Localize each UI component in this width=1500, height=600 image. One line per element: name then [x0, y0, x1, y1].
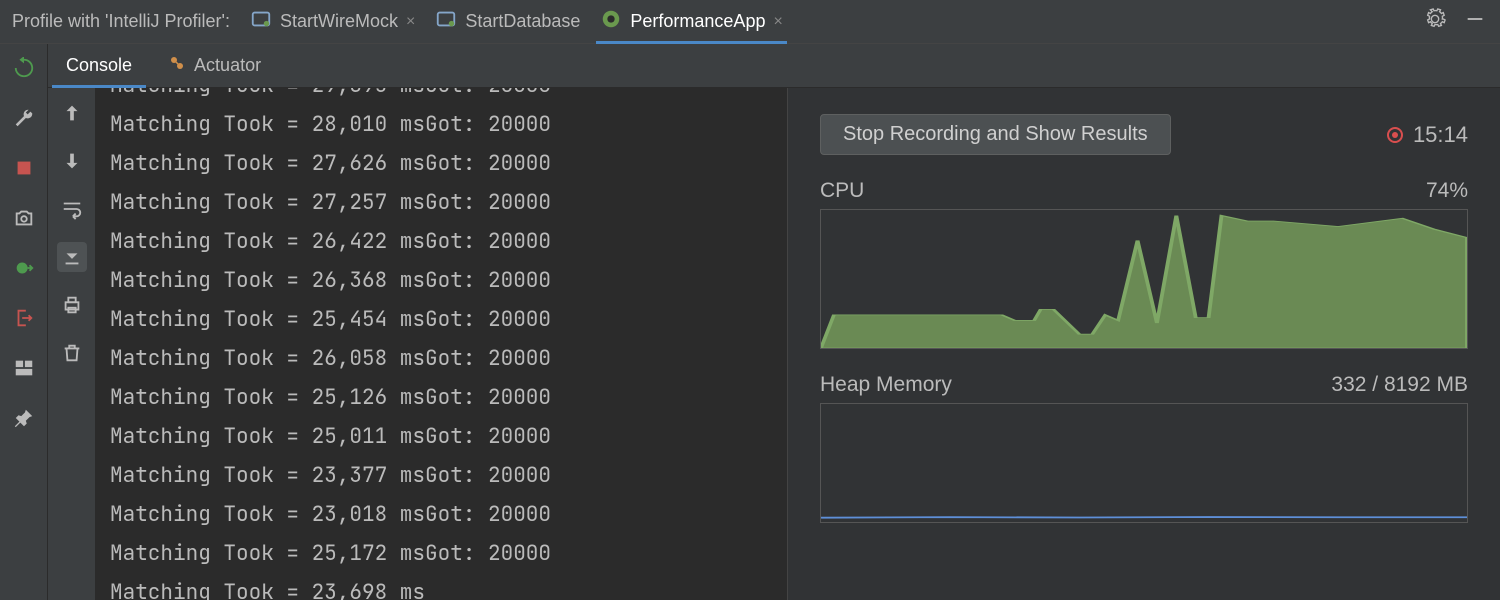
record-icon [1387, 127, 1403, 143]
heap-value: 332 / 8192 MB [1331, 373, 1468, 397]
console-line: Matching Took = 25,172 msGot: 20000 [110, 534, 787, 573]
pin-icon[interactable] [10, 404, 38, 432]
heap-chart [820, 403, 1468, 523]
console-line: Matching Took = 25,126 msGot: 20000 [110, 378, 787, 417]
cpu-label: CPU [820, 179, 864, 203]
run-config-tab-startwiremock[interactable]: StartWireMock × [240, 0, 425, 44]
soft-wrap-icon[interactable] [57, 194, 87, 224]
console-toolbar [48, 88, 96, 600]
run-config-tab-startdatabase[interactable]: StartDatabase [425, 0, 590, 44]
print-icon[interactable] [57, 290, 87, 320]
main-content: Matching Took = 29,895 msGot: 20000Match… [48, 88, 1500, 600]
console-line: Matching Took = 26,422 msGot: 20000 [110, 222, 787, 261]
rerun-button[interactable] [10, 54, 38, 82]
console-subtabs: Console Actuator [48, 44, 1500, 88]
close-icon[interactable]: × [406, 13, 415, 31]
console-line: Matching Took = 27,626 msGot: 20000 [110, 144, 787, 183]
profiler-run-tabs: Profile with 'IntelliJ Profiler': StartW… [0, 0, 1500, 44]
console-line: Matching Took = 23,018 msGot: 20000 [110, 495, 787, 534]
arrow-up-icon[interactable] [57, 98, 87, 128]
spring-boot-icon [250, 8, 272, 35]
stop-button[interactable] [10, 154, 38, 182]
console-line: Matching Took = 27,257 msGot: 20000 [110, 183, 787, 222]
camera-icon[interactable] [10, 204, 38, 232]
trash-icon[interactable] [57, 338, 87, 368]
cpu-chart [820, 209, 1468, 349]
console-pane: Matching Took = 29,895 msGot: 20000Match… [48, 88, 788, 600]
actuator-icon [168, 54, 186, 77]
attach-debugger-icon[interactable] [10, 254, 38, 282]
stop-recording-button[interactable]: Stop Recording and Show Results [820, 114, 1171, 155]
tab-label: Console [66, 55, 132, 76]
tab-console[interactable]: Console [48, 44, 150, 88]
recording-timer: 15:14 [1387, 122, 1468, 148]
console-line: Matching Took = 29,895 msGot: 20000 [110, 88, 787, 105]
minimize-icon[interactable] [1464, 8, 1486, 35]
console-line: Matching Took = 25,454 msGot: 20000 [110, 300, 787, 339]
run-config-tab-label: StartDatabase [465, 11, 580, 32]
scroll-to-end-icon[interactable] [57, 242, 87, 272]
console-line: Matching Took = 25,011 msGot: 20000 [110, 417, 787, 456]
gear-icon[interactable] [1424, 8, 1446, 35]
profiler-pane: Stop Recording and Show Results 15:14 CP… [788, 88, 1500, 600]
run-config-tab-label: StartWireMock [280, 11, 398, 32]
exit-icon[interactable] [10, 304, 38, 332]
recording-time-value: 15:14 [1413, 122, 1468, 148]
arrow-down-icon[interactable] [57, 146, 87, 176]
spring-boot-icon [600, 8, 622, 35]
console-line: Matching Took = 26,368 msGot: 20000 [110, 261, 787, 300]
cpu-value: 74% [1426, 179, 1468, 203]
console-line: Matching Took = 28,010 msGot: 20000 [110, 105, 787, 144]
spring-boot-icon [435, 8, 457, 35]
console-line: Matching Took = 26,058 msGot: 20000 [110, 339, 787, 378]
close-icon[interactable]: × [773, 13, 782, 31]
wrench-icon[interactable] [10, 104, 38, 132]
tab-label: Actuator [194, 55, 261, 76]
layout-icon[interactable] [10, 354, 38, 382]
run-config-tab-label: PerformanceApp [630, 11, 765, 32]
tab-actuator[interactable]: Actuator [150, 44, 279, 88]
profile-with-label: Profile with 'IntelliJ Profiler': [12, 11, 230, 32]
console-output[interactable]: Matching Took = 29,895 msGot: 20000Match… [96, 88, 787, 600]
heap-label: Heap Memory [820, 373, 952, 397]
run-config-tab-performanceapp[interactable]: PerformanceApp × [590, 0, 792, 44]
console-line: Matching Took = 23,698 ms [110, 573, 787, 600]
console-line: Matching Took = 23,377 msGot: 20000 [110, 456, 787, 495]
tool-window-gutter [0, 44, 48, 600]
